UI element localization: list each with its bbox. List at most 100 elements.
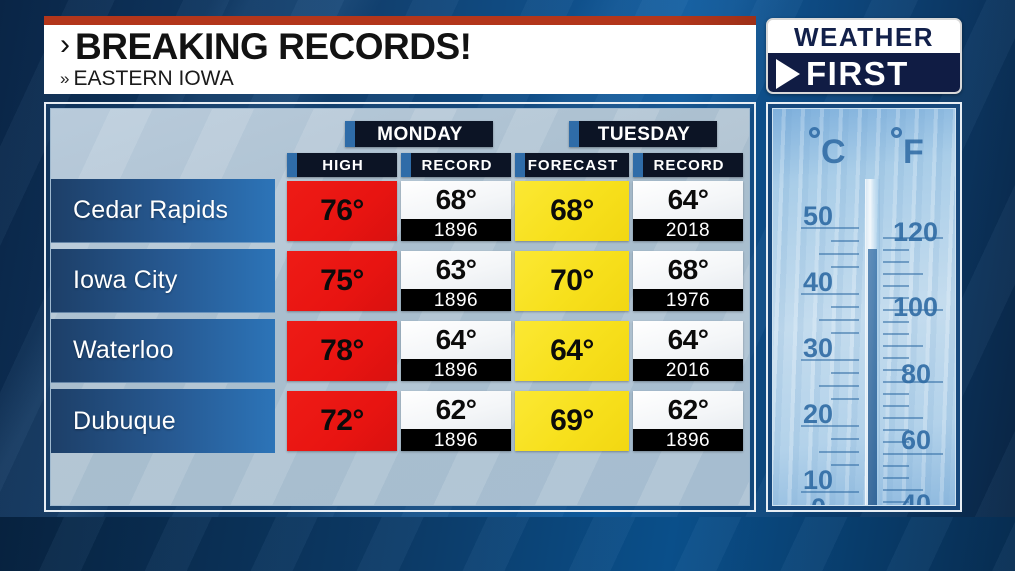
record-temp-area: 62°	[401, 391, 511, 429]
record-year-value: 1976	[665, 289, 711, 311]
record-year-value: 1896	[665, 429, 711, 451]
table-cell-monday-high: 75°	[287, 251, 397, 311]
scale-tick	[831, 464, 859, 466]
scale-tick	[883, 405, 909, 407]
scale-tick	[801, 293, 859, 295]
chevron-right-icon: ›	[60, 28, 70, 61]
scale-tick	[819, 385, 859, 387]
scale-tick	[831, 372, 859, 374]
city-name: Iowa City	[73, 266, 178, 294]
celsius-unit-label: C	[821, 133, 846, 171]
table-cell-tuesday-record: 64° 2016	[633, 321, 743, 381]
table-cell-monday-record: 63° 1896	[401, 251, 511, 311]
fahrenheit-unit-label: F	[903, 133, 924, 171]
scale-tick	[883, 489, 923, 491]
scale-tick	[883, 321, 909, 323]
scale-tick	[831, 332, 859, 334]
temperature-value: 78°	[320, 334, 364, 367]
sub-header-monday-record: RECORD	[401, 153, 511, 177]
scale-tick	[831, 266, 859, 268]
table-row-city-cell: Iowa City	[51, 249, 275, 313]
scale-tick	[883, 453, 943, 455]
table-cell-tuesday-record: 62° 1896	[633, 391, 743, 451]
temperature-value: 76°	[320, 194, 364, 227]
record-year-area: 1896	[401, 359, 511, 381]
record-year-value: 1896	[433, 359, 479, 381]
page-title: BREAKING RECORDS!	[75, 26, 472, 67]
scale-tick	[883, 369, 909, 371]
play-triangle-icon	[776, 58, 800, 89]
table-row-city-cell: Cedar Rapids	[51, 179, 275, 243]
sub-header-label: FORECAST	[527, 156, 619, 174]
record-temp-area: 62°	[633, 391, 743, 429]
record-year-value: 1896	[433, 289, 479, 311]
record-year-value: 1896	[433, 429, 479, 451]
scale-tick	[883, 429, 909, 431]
scale-tick	[883, 309, 943, 311]
sub-header-label: RECORD	[653, 156, 725, 174]
chip-accent-bar	[401, 153, 411, 177]
celsius-tick-10: 10	[803, 465, 834, 495]
record-year-area: 1896	[401, 429, 511, 451]
weather-first-logo: WEATHER FIRST	[766, 18, 962, 94]
record-year-area: 1896	[401, 219, 511, 241]
record-temp-area: 68°	[401, 181, 511, 219]
degree-symbol-fahrenheit-icon	[891, 127, 902, 138]
scale-tick	[883, 357, 909, 359]
chip-accent-bar	[345, 121, 355, 147]
city-name: Cedar Rapids	[73, 196, 229, 224]
thermometer-mercury	[868, 249, 877, 505]
record-temperature-value: 62°	[435, 394, 477, 425]
temperature-value: 69°	[550, 404, 594, 437]
record-year-value: 2016	[665, 359, 711, 381]
chip-accent-bar	[287, 153, 297, 177]
record-temperature-value: 63°	[435, 254, 477, 285]
city-name: Dubuque	[73, 406, 176, 435]
fahrenheit-tick-80: 80	[901, 359, 932, 389]
degree-symbol-celsius-icon	[809, 127, 820, 138]
scale-tick	[883, 333, 909, 335]
record-year-value: 1896	[433, 219, 479, 241]
scale-tick	[883, 249, 909, 251]
scale-tick	[883, 381, 943, 383]
scale-tick	[801, 425, 859, 427]
scale-tick	[831, 438, 859, 440]
day-header-tuesday: TUESDAY	[569, 121, 717, 147]
chip-accent-bar	[569, 121, 579, 147]
scale-tick	[883, 297, 909, 299]
record-year-area: 1896	[633, 429, 743, 451]
scale-tick	[883, 261, 909, 263]
record-temperature-value: 62°	[667, 394, 709, 425]
temperature-value: 75°	[320, 264, 364, 297]
city-name: Waterloo	[73, 336, 174, 364]
table-cell-monday-high: 76°	[287, 181, 397, 241]
celsius-tick-30: 30	[803, 333, 834, 363]
scale-tick	[831, 306, 859, 308]
day-header-monday: MONDAY	[345, 121, 493, 147]
sub-header-label: HIGH	[322, 156, 364, 174]
celsius-tick-20: 20	[803, 399, 834, 429]
scale-tick	[883, 393, 909, 395]
record-temperature-value: 64°	[435, 324, 477, 355]
record-temperature-value: 64°	[667, 184, 709, 215]
scale-tick	[819, 319, 859, 321]
logo-first-text: FIRST	[806, 55, 909, 92]
table-cell-monday-high: 78°	[287, 321, 397, 381]
sub-header-high: HIGH	[287, 153, 397, 177]
record-year-value: 2018	[665, 219, 711, 241]
record-temp-area: 64°	[633, 181, 743, 219]
celsius-tick-50: 50	[803, 201, 834, 231]
table-cell-tuesday-forecast: 70°	[515, 251, 629, 311]
table-cell-tuesday-forecast: 64°	[515, 321, 629, 381]
lower-third-band	[0, 517, 1015, 571]
scale-tick	[831, 240, 859, 242]
scale-tick	[883, 345, 923, 347]
scale-tick	[883, 273, 923, 275]
scale-tick	[819, 253, 859, 255]
page-subtitle: EASTERN IOWA	[73, 67, 234, 90]
fahrenheit-tick-40: 40	[901, 489, 932, 506]
record-year-area: 2018	[633, 219, 743, 241]
scale-tick	[883, 237, 943, 239]
scale-tick	[883, 441, 909, 443]
scale-tick	[883, 477, 909, 479]
